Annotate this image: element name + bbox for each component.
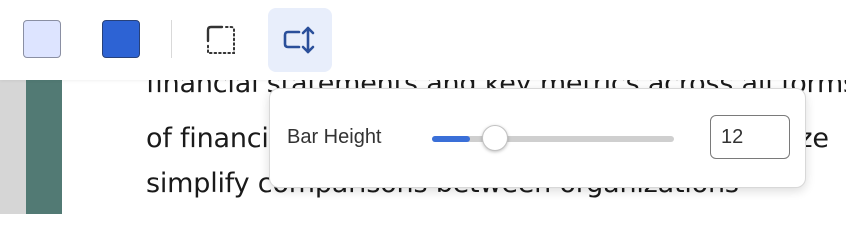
border-style-button[interactable] [189,8,253,72]
dotted-border-icon [206,25,235,54]
swatch-light-blue[interactable] [23,20,61,58]
gutter-teal [26,80,62,214]
toolbar-divider [171,20,172,58]
bar-height-input[interactable] [710,115,790,159]
slider-thumb[interactable] [481,125,508,151]
swatch-blue[interactable] [102,20,140,58]
bar-height-slider[interactable] [432,124,674,154]
toolbar [0,0,846,80]
gutter-gray [0,80,26,214]
slider-fill [432,136,470,142]
bar-height-label: Bar Height [287,126,382,148]
bar-height-icon [283,26,315,54]
bar-height-button[interactable] [268,8,332,72]
bar-height-popover: Bar Height [269,88,806,188]
